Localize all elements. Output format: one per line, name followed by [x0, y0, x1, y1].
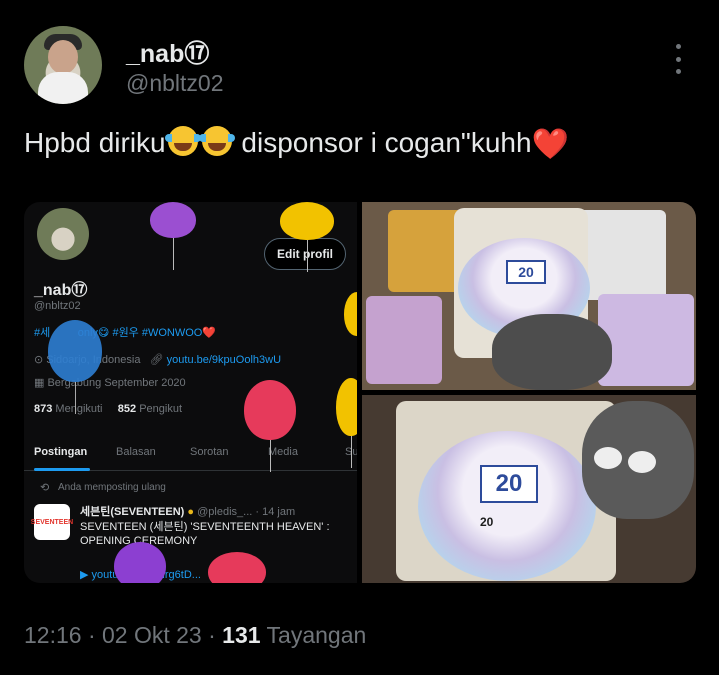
balloon-yellow-far-right — [336, 378, 357, 468]
laughing-tears-emoji-icon — [164, 126, 201, 156]
balloon-blue — [48, 320, 102, 414]
embedded-tabs: Postingan Balasan Sorotan Media Su — [24, 440, 357, 471]
tweet-text: Hpbd diriku disponsor i cogan"kuhh❤️ — [24, 126, 569, 162]
repost-icon: ⟲ — [40, 482, 50, 494]
tweet-meta: 12:16 · 02 Okt 23 · 131 Tayangan — [24, 622, 366, 649]
more-options-icon[interactable] — [670, 44, 686, 74]
link-icon: 🔗︎ — [149, 354, 167, 366]
edit-profile-button: Edit profil — [264, 238, 346, 270]
post-time: · 14 jam — [255, 506, 296, 518]
post-header: 세븐틴(SEVENTEEN) ● @pledis_... · 14 jam — [80, 503, 295, 519]
plush-toy — [492, 314, 612, 390]
balloon-purple — [150, 202, 196, 270]
embedded-link: youtu.be/9kpuOolh3wU — [166, 354, 282, 366]
tweet-text-mid: disponsor i cogan"kuhh — [233, 127, 532, 158]
balloon-red — [244, 380, 296, 472]
post-text: SEVENTEEN (세븐틴) 'SEVENTEENTH HEAVEN' : O… — [80, 521, 330, 547]
cake-number: 20 — [480, 465, 538, 503]
heart-emoji: ❤️ — [531, 128, 569, 161]
post-avatar: SEVENTEEN — [31, 504, 73, 540]
embedded-follow-counts: 873 Mengikuti 852 Pengikut — [34, 403, 182, 415]
repost-label: Anda memposting ulang — [58, 482, 166, 493]
following-label: Mengikuti — [55, 403, 103, 415]
author-handle[interactable]: @nbltz02 — [126, 70, 224, 97]
followers-count: 852 — [117, 403, 137, 415]
media-photo-cake-2[interactable]: 20 20 — [362, 395, 696, 583]
media-grid[interactable]: Edit profil _nab⑰ @nbltz02 #세 only😋 #원우 … — [24, 202, 696, 583]
following-count: 873 — [34, 403, 53, 415]
views-count: 131 — [222, 622, 261, 648]
tweet-timestamp[interactable]: 12:16 · 02 Okt 23 · — [24, 622, 222, 648]
tab-balasan: Balasan — [116, 446, 156, 458]
views-label: Tayangan — [260, 622, 367, 648]
author-name[interactable]: _nab⑰ — [126, 34, 209, 70]
cake — [418, 431, 596, 581]
embedded-avatar — [37, 208, 89, 260]
followers-label: Pengikut — [139, 403, 183, 415]
plush-eye — [628, 451, 656, 473]
balloon-yellow-right — [344, 292, 357, 336]
photocard-right — [598, 294, 694, 386]
tweet-text-start: Hpbd diriku — [24, 127, 166, 158]
embedded-handle: @nbltz02 — [34, 300, 81, 312]
laughing-tears-emoji-icon — [198, 126, 235, 156]
cake-small-number: 20 — [480, 515, 494, 529]
embedded-name: _nab⑰ — [34, 282, 88, 299]
post-author: 세븐틴(SEVENTEEN) — [80, 506, 185, 518]
tab-media: Media — [268, 446, 298, 458]
active-tab-indicator — [34, 468, 90, 471]
location-icon: ⊙ — [34, 354, 47, 366]
balloon-red-bottom — [208, 552, 266, 583]
balloon-purple-bottom — [114, 542, 166, 583]
plush-eye — [594, 447, 622, 469]
verified-icon: ● — [187, 506, 195, 518]
calendar-icon: ▦ — [34, 377, 48, 389]
author-avatar[interactable] — [24, 26, 102, 104]
post-handle: @pledis_... — [197, 506, 253, 518]
media-photo-cake-1[interactable]: 20 — [362, 202, 696, 390]
photocard-left — [366, 296, 442, 384]
embedded-joined: ▦ Bergabung September 2020 — [34, 376, 186, 389]
tab-sorotan: Sorotan — [190, 446, 229, 458]
tab-postingan: Postingan — [34, 446, 88, 458]
cake-number: 20 — [506, 260, 546, 284]
media-profile-screenshot[interactable]: Edit profil _nab⑰ @nbltz02 #세 only😋 #원우 … — [24, 202, 357, 583]
balloon-yellow — [280, 202, 334, 272]
